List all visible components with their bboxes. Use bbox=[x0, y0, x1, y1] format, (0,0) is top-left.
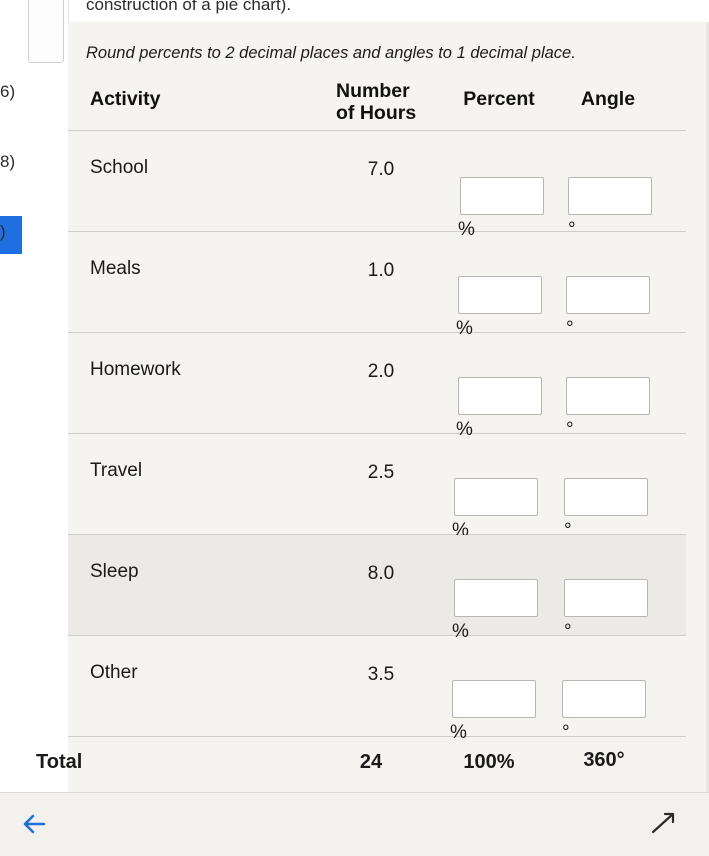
total-percent: 100% bbox=[463, 751, 515, 773]
back-button[interactable] bbox=[12, 801, 58, 847]
table-row: Homework 2.0 % ° bbox=[68, 333, 686, 440]
cell-hours: 1.0 bbox=[367, 260, 395, 281]
gutter-label-3: ) bbox=[0, 222, 6, 241]
column-header-hours-line1: Number bbox=[336, 80, 410, 102]
arrow-left-icon bbox=[23, 814, 46, 834]
percent-answer-group: % bbox=[452, 478, 538, 541]
partial-header-text: construction of a pie chart). bbox=[86, 0, 292, 14]
percent-answer-group: % bbox=[456, 377, 542, 440]
percent-input[interactable] bbox=[458, 276, 542, 314]
column-header-hours: Number of Hours bbox=[336, 80, 444, 125]
angle-answer-group: ° bbox=[564, 478, 648, 541]
angle-input[interactable] bbox=[564, 478, 648, 516]
percent-input[interactable] bbox=[454, 579, 538, 617]
cell-activity: Meals bbox=[90, 258, 141, 279]
angle-input[interactable] bbox=[566, 276, 650, 314]
left-gutter: 6) 8) ) bbox=[0, 0, 69, 856]
percent-input[interactable] bbox=[460, 177, 544, 215]
forward-button[interactable] bbox=[640, 801, 686, 847]
arrow-right-icon bbox=[651, 812, 675, 834]
angle-answer-group: ° bbox=[568, 177, 652, 240]
cell-activity: Travel bbox=[90, 460, 143, 481]
cell-hours: 2.5 bbox=[367, 462, 395, 483]
table-row: Travel 2.5 % ° bbox=[68, 434, 686, 541]
cell-activity: Homework bbox=[90, 359, 181, 380]
angle-input[interactable] bbox=[562, 680, 646, 718]
page-top-strip: construction of a pie chart). bbox=[0, 0, 709, 23]
total-hours: 24 bbox=[359, 751, 383, 773]
total-angle: 360° bbox=[583, 749, 625, 771]
table-row: Meals 1.0 % ° bbox=[68, 232, 686, 339]
gutter-label-1: 6) bbox=[0, 82, 16, 101]
table-row: Sleep 8.0 % ° bbox=[68, 535, 686, 642]
column-header-activity: Activity bbox=[90, 88, 161, 110]
percent-input[interactable] bbox=[452, 680, 536, 718]
cell-hours: 7.0 bbox=[367, 159, 395, 180]
percent-input[interactable] bbox=[458, 377, 542, 415]
activity-table: Activity Number of Hours Percent Angle S… bbox=[36, 74, 686, 794]
cell-activity: Other bbox=[90, 662, 138, 683]
angle-input[interactable] bbox=[568, 177, 652, 215]
percent-answer-group: % bbox=[452, 579, 538, 642]
cell-activity: School bbox=[90, 157, 149, 178]
gutter-label-2: 8) bbox=[0, 152, 16, 171]
table-header-row: Activity Number of Hours Percent Angle bbox=[68, 74, 686, 131]
table-total-row: Total 24 100% 360° bbox=[36, 737, 686, 794]
percent-answer-group: % bbox=[450, 680, 536, 743]
worksheet-page: construction of a pie chart). 6) 8) ) Ro… bbox=[0, 0, 709, 856]
angle-answer-group: ° bbox=[566, 276, 650, 339]
column-header-percent: Percent bbox=[463, 88, 535, 110]
cell-activity: Sleep bbox=[90, 561, 139, 582]
angle-answer-group: ° bbox=[562, 680, 646, 743]
table-row: School 7.0 % ° bbox=[68, 131, 686, 240]
instruction-text: Round percents to 2 decimal places and a… bbox=[86, 44, 576, 62]
percent-answer-group: % bbox=[456, 276, 542, 339]
bottom-navigation-bar bbox=[0, 792, 709, 856]
cell-hours: 2.0 bbox=[367, 361, 395, 382]
percent-answer-group: % bbox=[458, 177, 544, 240]
angle-input[interactable] bbox=[566, 377, 650, 415]
column-header-hours-line2: of Hours bbox=[336, 102, 417, 125]
angle-answer-group: ° bbox=[564, 579, 648, 642]
worksheet-sheet: Round percents to 2 decimal places and a… bbox=[36, 22, 709, 794]
cell-hours: 8.0 bbox=[367, 563, 395, 584]
gutter-box bbox=[28, 0, 64, 63]
percent-input[interactable] bbox=[454, 478, 538, 516]
total-label: Total bbox=[36, 751, 83, 773]
table-row: Other 3.5 % ° bbox=[68, 636, 686, 743]
angle-answer-group: ° bbox=[566, 377, 650, 440]
angle-input[interactable] bbox=[564, 579, 648, 617]
column-header-angle: Angle bbox=[580, 88, 636, 110]
cell-hours: 3.5 bbox=[367, 664, 395, 685]
